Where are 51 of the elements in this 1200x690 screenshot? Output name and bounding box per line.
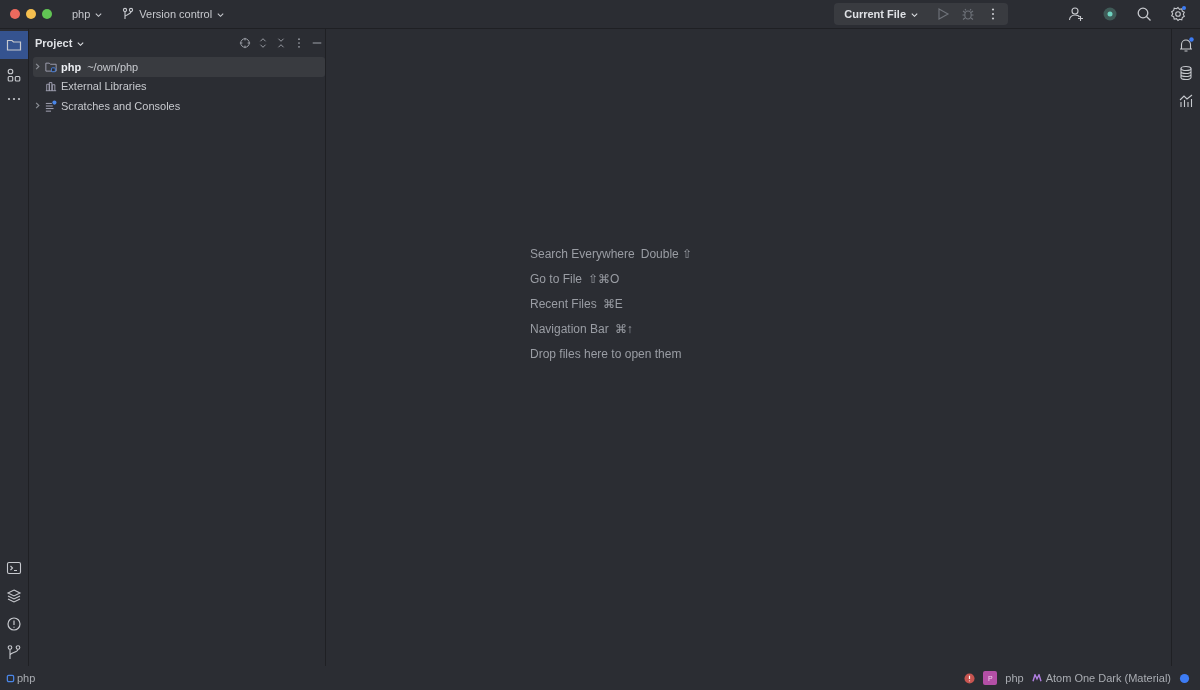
branch-icon: [121, 7, 136, 21]
project-view-menu[interactable]: Project: [33, 34, 92, 52]
expand-all-icon[interactable]: [257, 37, 269, 49]
language-label[interactable]: php: [1005, 672, 1024, 684]
scratches-icon: [45, 99, 57, 112]
vcs-menu[interactable]: Version control: [115, 4, 232, 24]
locate-target-icon[interactable]: [239, 37, 251, 49]
database-icon[interactable]: [1178, 65, 1194, 81]
error-icon[interactable]: [964, 672, 976, 684]
theme-logo-icon: [1031, 674, 1042, 682]
status-dot-icon[interactable]: [1179, 672, 1190, 684]
status-dot-icon[interactable]: [1102, 6, 1118, 22]
chevron-icon[interactable]: [33, 101, 42, 111]
tree-item[interactable]: External Libraries: [33, 76, 325, 96]
add-user-icon[interactable]: [1068, 6, 1084, 22]
hint-label: Recent Files: [530, 297, 597, 311]
tree-item-name: php: [61, 60, 82, 73]
problems-icon[interactable]: [6, 616, 22, 632]
tree-item-path: ~/own/php: [87, 60, 139, 73]
chevron-icon[interactable]: [33, 62, 42, 72]
tree-item-name: Scratches and Consoles: [61, 99, 181, 112]
close-window-button[interactable]: [10, 9, 20, 19]
zoom-window-button[interactable]: [42, 9, 52, 19]
hint-label: Go to File: [530, 272, 583, 286]
minimize-window-button[interactable]: [26, 9, 36, 19]
tree-item[interactable]: Scratches and Consoles: [33, 96, 325, 116]
hint-label: Drop files here to open them: [530, 347, 682, 361]
module-icon: [6, 673, 15, 683]
layers-icon[interactable]: [6, 588, 22, 604]
theme-label[interactable]: Atom One Dark (Material): [1031, 672, 1171, 684]
library-icon: [45, 80, 57, 93]
hint-shortcut: ⇧⌘O: [588, 272, 620, 286]
hint-shortcut: Double ⇧: [640, 247, 693, 261]
hint-label: Navigation Bar: [530, 322, 609, 336]
hint-shortcut: ⌘↑: [614, 322, 633, 336]
notifications-bell-icon[interactable]: [1178, 37, 1194, 53]
folder-icon: [45, 60, 57, 73]
project-selector[interactable]: php: [66, 5, 110, 23]
terminal-icon[interactable]: [6, 560, 22, 576]
tree-item-name: External Libraries: [61, 80, 147, 93]
collapse-all-icon[interactable]: [275, 37, 287, 49]
tree-item[interactable]: php ~/own/php: [33, 57, 325, 77]
structure-icon[interactable]: [6, 67, 22, 83]
hint-shortcut: ⌘E: [602, 297, 623, 311]
hint-label: Search Everywhere: [530, 247, 635, 261]
settings-icon[interactable]: [1170, 6, 1186, 22]
breadcrumb[interactable]: php: [6, 672, 36, 684]
git-branch-icon[interactable]: [6, 644, 22, 660]
folder-icon[interactable]: [0, 31, 28, 59]
chart-icon[interactable]: [1178, 93, 1194, 109]
search-icon[interactable]: [1136, 6, 1152, 22]
